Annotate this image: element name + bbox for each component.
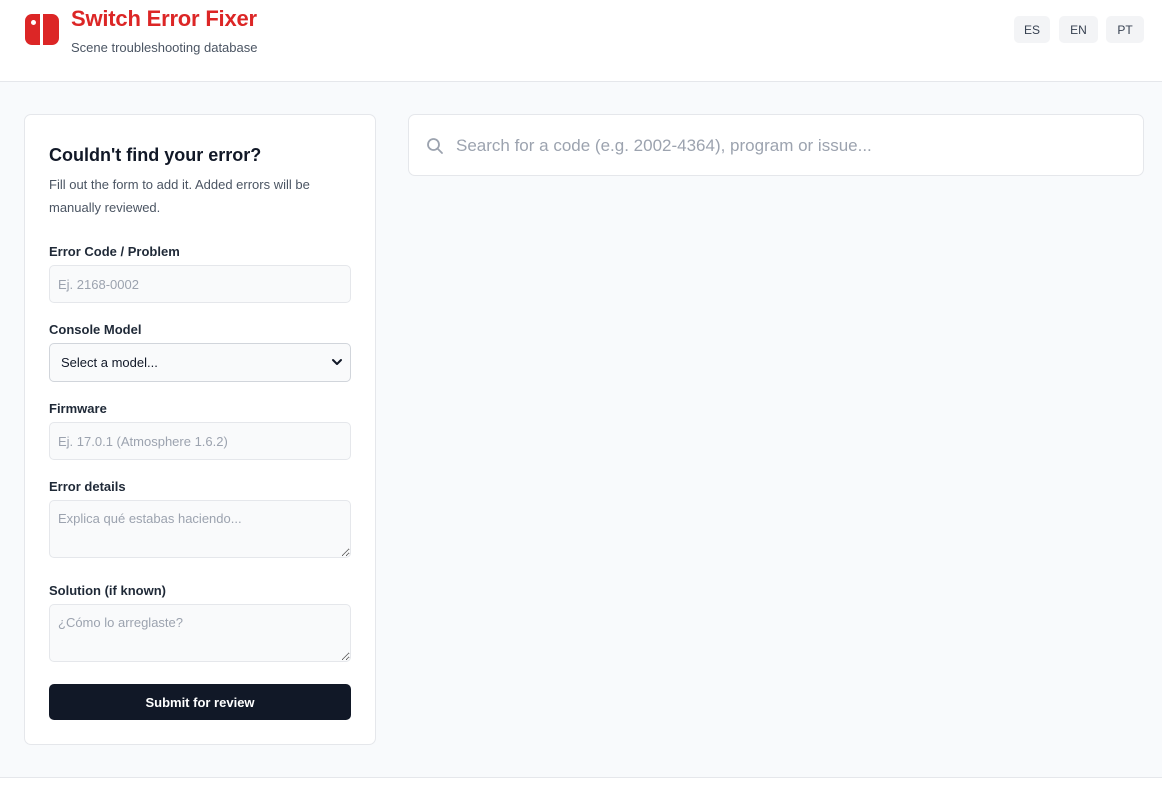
solution-textarea[interactable] (49, 604, 351, 662)
error-code-input[interactable] (49, 265, 351, 303)
search-input[interactable] (456, 127, 1126, 165)
console-model-selected: Select a model... (61, 355, 158, 370)
console-model-select[interactable]: Select a model... (49, 343, 351, 382)
search-icon (427, 138, 443, 154)
console-model-label: Console Model (49, 322, 142, 337)
language-en-button[interactable]: EN (1059, 16, 1098, 43)
firmware-input[interactable] (49, 422, 351, 460)
switch-console-icon (25, 14, 59, 45)
page-footer (0, 778, 1162, 809)
add-error-form-card: Couldn't find your error? Fill out the f… (24, 114, 376, 745)
error-details-textarea[interactable] (49, 500, 351, 558)
chevron-down-icon (332, 359, 342, 365)
search-bar[interactable] (408, 114, 1144, 176)
error-details-label: Error details (49, 479, 126, 494)
form-description: Fill out the form to add it. Added error… (49, 177, 310, 215)
app-header: Switch Error Fixer Scene troubleshooting… (0, 0, 1162, 82)
firmware-label: Firmware (49, 401, 107, 416)
language-pt-button[interactable]: PT (1106, 16, 1144, 43)
error-code-label: Error Code / Problem (49, 244, 180, 259)
submit-for-review-button[interactable]: Submit for review (49, 684, 351, 720)
form-title: Couldn't find your error? (49, 145, 262, 165)
language-es-button[interactable]: ES (1014, 16, 1050, 43)
solution-label: Solution (if known) (49, 583, 166, 598)
app-subtitle: Scene troubleshooting database (71, 40, 258, 55)
app-title: Switch Error Fixer (71, 6, 257, 31)
